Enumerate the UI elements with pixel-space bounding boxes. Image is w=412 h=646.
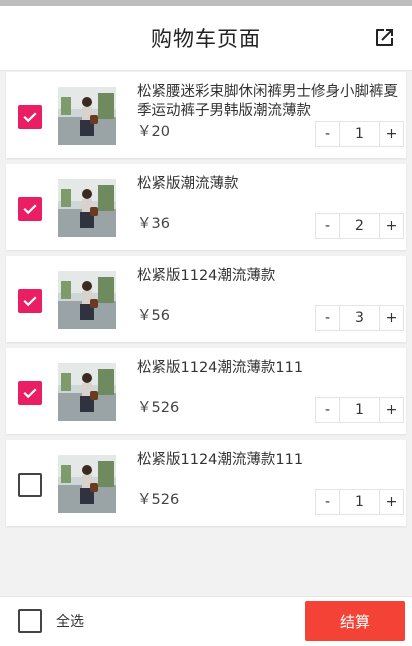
increase-button[interactable]: + <box>380 490 403 514</box>
quantity-stepper: - 1 + <box>315 397 404 423</box>
product-price: ￥526 <box>137 400 180 416</box>
decrease-button[interactable]: - <box>316 122 339 146</box>
page-header: 购物车页面 <box>0 6 412 71</box>
quantity-value[interactable]: 1 <box>339 490 380 514</box>
cart-item: 松紧腰迷彩束脚休闲裤男士修身小脚裤夏季运动裤子男韩版潮流薄款 ￥20 - 1 + <box>6 72 406 158</box>
item-checkbox[interactable] <box>18 197 42 221</box>
page-title: 购物车页面 <box>151 27 261 51</box>
item-checkbox[interactable] <box>18 105 42 129</box>
increase-button[interactable]: + <box>380 398 403 422</box>
increase-button[interactable]: + <box>380 214 403 238</box>
quantity-stepper: - 1 + <box>315 121 404 147</box>
item-checkbox[interactable] <box>18 473 42 497</box>
product-image <box>58 271 116 329</box>
decrease-button[interactable]: - <box>316 398 339 422</box>
select-all-checkbox[interactable] <box>18 609 42 633</box>
increase-button[interactable]: + <box>380 306 403 330</box>
product-title: 松紧版1124潮流薄款 <box>137 268 276 284</box>
increase-button[interactable]: + <box>380 122 403 146</box>
product-price: ￥526 <box>137 492 180 508</box>
quantity-value[interactable]: 2 <box>339 214 380 238</box>
quantity-stepper: - 1 + <box>315 489 404 515</box>
open-in-new-icon[interactable] <box>372 26 396 50</box>
decrease-button[interactable]: - <box>316 490 339 514</box>
select-all-label: 全选 <box>56 614 84 630</box>
item-checkbox[interactable] <box>18 289 42 313</box>
product-title: 松紧版1124潮流薄款111 <box>137 452 304 468</box>
checkout-button[interactable]: 结算 <box>305 601 405 641</box>
cart-item: 松紧版1124潮流薄款111 ￥526 - 1 + <box>6 348 406 434</box>
item-checkbox[interactable] <box>18 381 42 405</box>
product-price: ￥56 <box>137 308 170 324</box>
quantity-value[interactable]: 3 <box>339 306 380 330</box>
cart-item: 松紧版潮流薄款 ￥36 - 2 + <box>6 164 406 250</box>
decrease-button[interactable]: - <box>316 214 339 238</box>
cart-item: 松紧版1124潮流薄款 ￥56 - 3 + <box>6 256 406 342</box>
product-image <box>58 363 116 421</box>
product-image <box>58 87 116 145</box>
check-icon <box>23 296 37 307</box>
product-price: ￥36 <box>137 216 170 232</box>
quantity-stepper: - 3 + <box>315 305 404 331</box>
product-image <box>58 179 116 237</box>
product-title: 松紧版1124潮流薄款111 <box>137 360 304 376</box>
check-icon <box>23 204 37 215</box>
quantity-value[interactable]: 1 <box>339 398 380 422</box>
quantity-value[interactable]: 1 <box>339 122 380 146</box>
check-icon <box>23 112 37 123</box>
cart-footer: 全选 结算 <box>0 596 412 646</box>
product-image <box>58 455 116 513</box>
quantity-stepper: - 2 + <box>315 213 404 239</box>
cart-list: 松紧腰迷彩束脚休闲裤男士修身小脚裤夏季运动裤子男韩版潮流薄款 ￥20 - 1 +… <box>0 72 412 532</box>
decrease-button[interactable]: - <box>316 306 339 330</box>
product-price: ￥20 <box>137 124 170 140</box>
cart-item: 松紧版1124潮流薄款111 ￥526 - 1 + <box>6 440 406 526</box>
product-title: 松紧版潮流薄款 <box>137 176 239 192</box>
product-title: 松紧腰迷彩束脚休闲裤男士修身小脚裤夏季运动裤子男韩版潮流薄款 <box>137 84 398 119</box>
check-icon <box>23 388 37 399</box>
